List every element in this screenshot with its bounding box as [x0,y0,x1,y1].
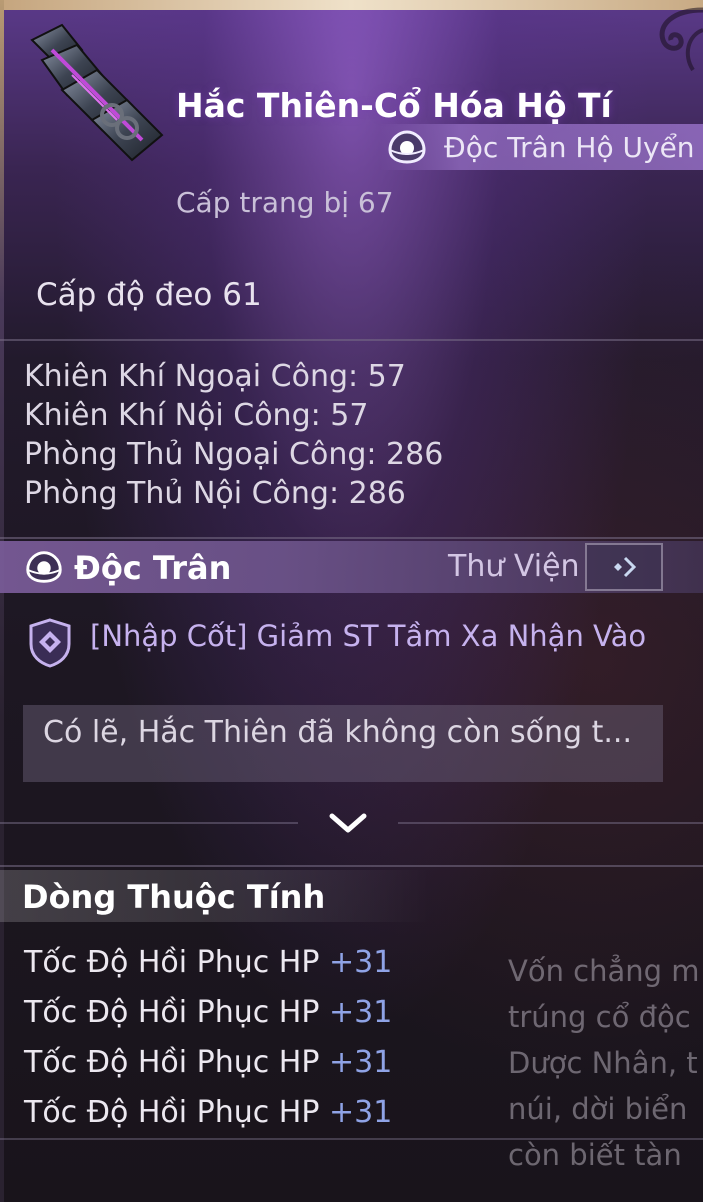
description-text: Có lẽ, Hắc Thiên đã không còn sống t... [43,715,632,750]
stats-list: Khiên Khí Ngoại Công: 57 Khiên Khí Nội C… [24,357,443,513]
attribute-name: Tốc Độ Hồi Phục HP [24,995,320,1030]
attribute-row: Tốc Độ Hồi Phục HP +31 [24,938,392,988]
chevron-down-icon[interactable] [326,808,370,838]
attribute-name: Tốc Độ Hồi Phục HP [24,1045,320,1080]
pearl-icon [388,130,426,164]
attribute-value: +31 [328,1095,393,1130]
attribute-value: +31 [328,945,393,980]
arrow-right-icon [614,556,637,578]
library-button[interactable] [585,543,663,591]
library-link[interactable]: Thư Viện [448,549,580,584]
gear-level: Cấp trang bị 67 [176,186,394,219]
section-title: Độc Trân [74,549,232,587]
lore-line: núi, dời biển [508,1092,688,1126]
stat-row: Phòng Thủ Ngoại Công: 286 [24,437,444,472]
attributes-title: Dòng Thuộc Tính [22,878,326,916]
item-name: Hắc Thiên-Cổ Hóa Hộ Tí [176,86,612,125]
skill-description: [Nhập Cốt] Giảm ST Tầm Xa Nhận Vào [90,619,647,653]
divider [0,339,703,341]
divider [0,1138,703,1140]
attribute-value: +31 [328,995,393,1030]
divider [0,822,298,824]
lore-line: Vốn chẳng m [508,954,700,988]
attribute-value: +31 [328,1045,393,1080]
frame-left-border [0,0,4,1202]
bracer-icon [30,23,164,162]
stat-row: Phòng Thủ Nội Công: 286 [24,476,406,511]
lore-line: Dược Nhân, t [508,1046,698,1080]
divider [0,537,703,539]
wear-level: Cấp độ đeo 61 [36,277,262,313]
attributes-header: Dòng Thuộc Tính [0,870,430,922]
pearl-icon [26,551,62,583]
lore-line: trúng cổ độc [508,1000,691,1034]
attribute-row: Tốc Độ Hồi Phục HP +31 [24,1088,392,1138]
ornament-swirl-icon [659,7,703,72]
item-type-badge: Độc Trân Hộ Uyển [380,124,703,170]
lore-text: Vốn chẳng m trúng cổ độc Dược Nhân, t nú… [508,948,703,1178]
shield-diamond-icon [29,618,71,668]
stat-row: Khiên Khí Ngoại Công: 57 [24,359,406,394]
item-tooltip-panel: Hắc Thiên-Cổ Hóa Hộ Tí Độc Trân Hộ Uyển … [0,0,703,1202]
attributes-list: Tốc Độ Hồi Phục HP +31 Tốc Độ Hồi Phục H… [24,938,392,1138]
divider [398,822,703,824]
attribute-name: Tốc Độ Hồi Phục HP [24,1095,320,1130]
attribute-name: Tốc Độ Hồi Phục HP [24,945,320,980]
attribute-row: Tốc Độ Hồi Phục HP +31 [24,1038,392,1088]
attribute-row: Tốc Độ Hồi Phục HP +31 [24,988,392,1038]
stat-row: Khiên Khí Nội Công: 57 [24,398,369,433]
divider [0,865,703,867]
item-type-label: Độc Trân Hộ Uyển [444,130,695,164]
description-box: Có lẽ, Hắc Thiên đã không còn sống t... [23,705,663,782]
